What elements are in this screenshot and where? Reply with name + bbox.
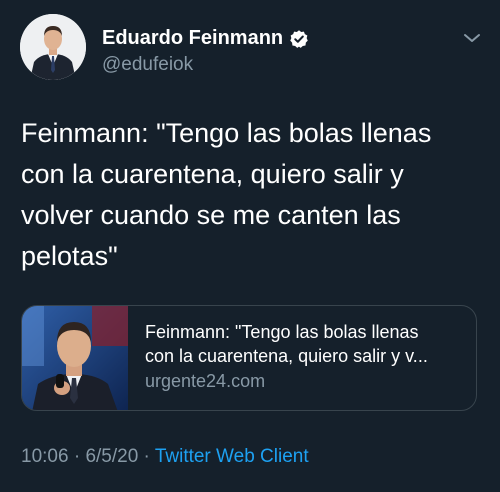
- meta-separator: ·: [68, 446, 86, 467]
- tweet-source-link[interactable]: Twitter Web Client: [155, 446, 309, 467]
- tweet-container: Eduardo Feinmann @edufeiok Feinmann: "Te…: [0, 0, 500, 492]
- card-domain: urgente24.com: [145, 371, 266, 391]
- tweet-time[interactable]: 10:06: [21, 446, 69, 467]
- card-title-line-2: con la cuarentena, quiero salir y v...: [145, 346, 428, 366]
- tweet-date[interactable]: 6/5/20: [85, 446, 138, 467]
- link-preview-card[interactable]: Feinmann: "Tengo las bolas llenas con la…: [21, 305, 477, 411]
- tweet-metadata: 10:06 · 6/5/20 · Twitter Web Client: [21, 446, 309, 468]
- verified-badge-icon: [289, 29, 309, 49]
- card-title-line-1: Feinmann: "Tengo las bolas llenas: [145, 322, 419, 342]
- meta-separator: ·: [138, 446, 155, 467]
- author-name-text: Eduardo Feinmann: [102, 27, 284, 49]
- tweet-text: Feinmann: "Tengo las bolas llenas con la…: [21, 118, 432, 271]
- chevron-down-icon[interactable]: [460, 28, 484, 48]
- author-avatar[interactable]: [20, 14, 86, 80]
- author-display-name[interactable]: Eduardo Feinmann: [102, 27, 309, 50]
- author-handle[interactable]: @edufeiok: [102, 54, 193, 76]
- card-thumbnail-image: [22, 306, 128, 410]
- avatar-image: [20, 14, 86, 80]
- card-title: Feinmann: "Tengo las bolas llenas con la…: [145, 320, 467, 368]
